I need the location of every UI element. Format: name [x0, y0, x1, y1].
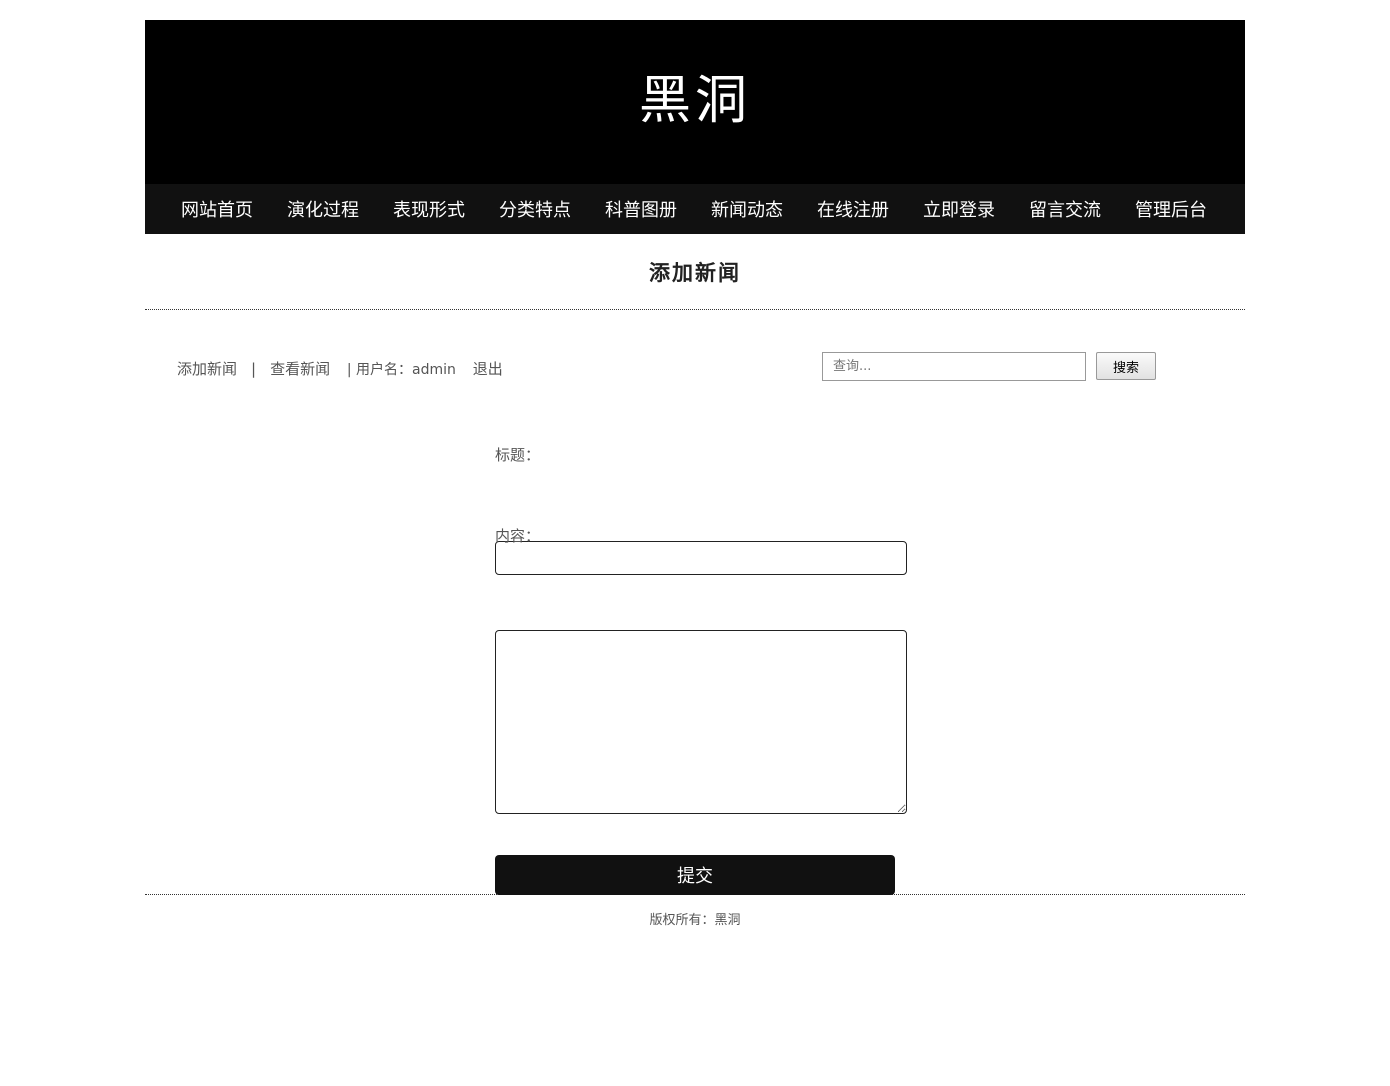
page-heading: 添加新闻 [145, 234, 1245, 310]
footer: 版权所有：黑洞 [145, 894, 1245, 935]
content-textarea[interactable] [495, 630, 907, 814]
nav-item-login[interactable]: 立即登录 [923, 196, 1029, 222]
toolbar-links: 添加新闻 | 查看新闻 | 用户名：admin 退出 [177, 358, 503, 379]
nav-item-gallery[interactable]: 科普图册 [605, 196, 711, 222]
site-banner: 黑洞 [145, 20, 1245, 184]
search-input[interactable] [822, 352, 1086, 381]
page-title: 添加新闻 [649, 259, 741, 285]
toolbar-separator: | [251, 360, 257, 378]
nav-item-forms[interactable]: 表现形式 [393, 196, 499, 222]
nav-item-messages[interactable]: 留言交流 [1029, 196, 1135, 222]
nav-item-home[interactable]: 网站首页 [181, 196, 287, 222]
nav-item-categories[interactable]: 分类特点 [499, 196, 605, 222]
nav-item-register[interactable]: 在线注册 [817, 196, 923, 222]
view-news-link[interactable]: 查看新闻 [270, 360, 330, 378]
nav-item-news[interactable]: 新闻动态 [711, 196, 817, 222]
admin-toolbar: 添加新闻 | 查看新闻 | 用户名：admin 退出 搜索 [145, 310, 1245, 422]
page-container: 黑洞 网站首页 演化过程 表现形式 分类特点 科普图册 新闻动态 在线注册 立即… [145, 20, 1245, 935]
nav-item-evolution[interactable]: 演化过程 [287, 196, 393, 222]
username-label: | 用户名：admin [346, 362, 456, 378]
copyright-text: 版权所有：黑洞 [649, 912, 741, 928]
add-news-link[interactable]: 添加新闻 [177, 360, 237, 378]
nav-item-admin[interactable]: 管理后台 [1135, 196, 1241, 222]
title-label: 标题： [495, 446, 541, 464]
logout-link[interactable]: 退出 [473, 360, 503, 378]
main-nav: 网站首页 演化过程 表现形式 分类特点 科普图册 新闻动态 在线注册 立即登录 … [145, 184, 1245, 234]
submit-button[interactable]: 提交 [495, 855, 895, 895]
add-news-form: 标题： 内容： 提交 [145, 422, 1245, 895]
title-input[interactable] [495, 541, 907, 575]
search-button[interactable]: 搜索 [1096, 352, 1156, 380]
content-label: 内容： [495, 527, 541, 545]
site-title: 黑洞 [638, 70, 751, 131]
